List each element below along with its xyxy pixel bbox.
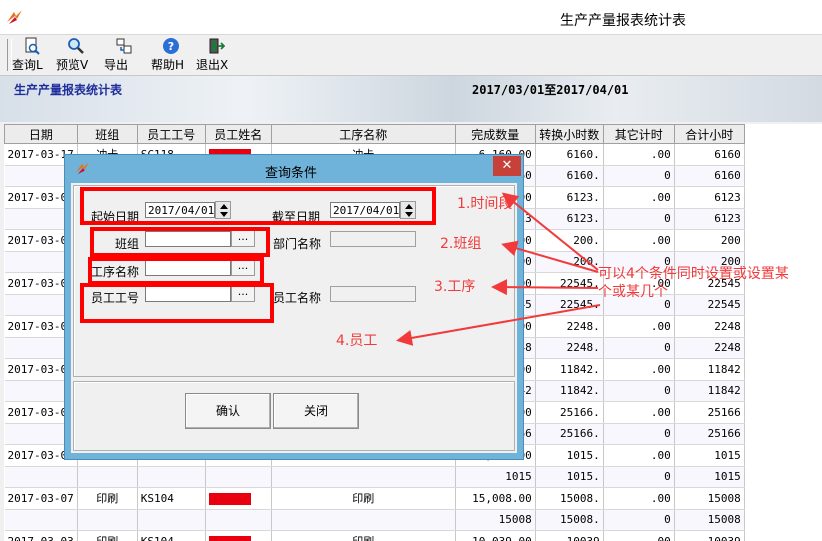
annotation-team: 2.班组 bbox=[440, 236, 482, 252]
annotation-note-line1: 可以4个条件同时设置或设置某 bbox=[598, 266, 789, 282]
annotation-time-range: 1.时间段 bbox=[457, 196, 513, 212]
annotation-employee: 4.员工 bbox=[336, 333, 378, 349]
annotation-process: 3.工序 bbox=[434, 279, 476, 295]
annotation-note-line2: 个或某几个 bbox=[598, 284, 668, 300]
